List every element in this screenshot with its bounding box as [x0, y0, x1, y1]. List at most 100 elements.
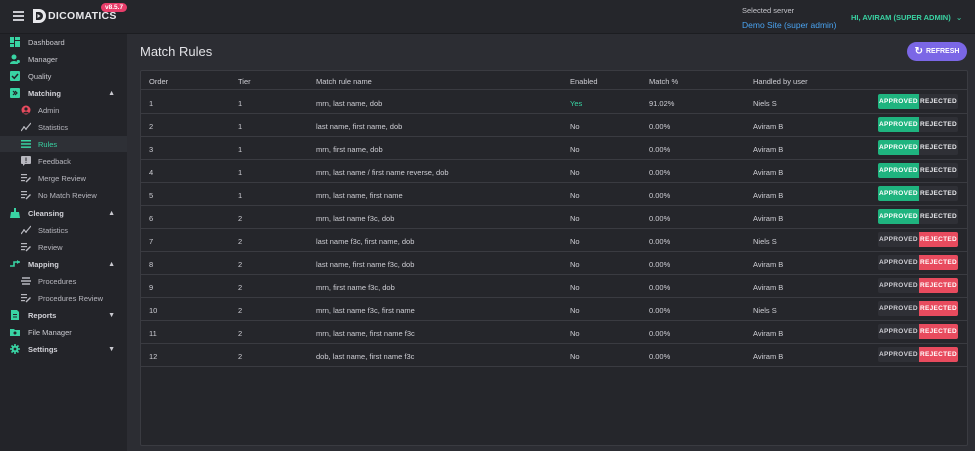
approve-button[interactable]: APPROVED: [878, 255, 919, 270]
reject-button[interactable]: REJECTED: [919, 94, 958, 109]
table-row: 4 1 mrn, last name / first name reverse, d…: [141, 160, 967, 183]
column-header-match[interactable]: Match %: [649, 77, 678, 86]
cell-order: 11: [149, 329, 157, 338]
gear-icon: [10, 344, 20, 354]
sidebar-item-statistics[interactable]: Statistics: [0, 119, 127, 135]
version-badge: v8.5.7: [101, 3, 128, 12]
cell-tier: 2: [238, 306, 243, 315]
column-header-tier[interactable]: Tier: [238, 77, 251, 86]
table-row: 11 2 mrn, last name, first name f3c No 0.00%…: [141, 321, 967, 344]
sidebar-item-label: Feedback: [38, 156, 71, 166]
reject-button[interactable]: REJECTED: [919, 347, 958, 362]
reject-button[interactable]: REJECTED: [919, 209, 958, 224]
approve-button[interactable]: APPROVED: [878, 117, 919, 132]
reject-button[interactable]: REJECTED: [919, 301, 958, 316]
approve-button[interactable]: APPROVED: [878, 140, 919, 155]
server-name-link[interactable]: Demo Site (super admin): [742, 20, 836, 30]
sidebar-item-admin[interactable]: Admin: [0, 102, 127, 118]
approve-button[interactable]: APPROVED: [878, 232, 919, 247]
cell-handled-by: Aviram B: [753, 122, 784, 131]
cell-handled-by: Aviram B: [753, 329, 784, 338]
cell-match-percent: 0.00%: [649, 306, 671, 315]
approval-toggle: APPROVED REJECTED: [878, 232, 958, 247]
column-header-enabled[interactable]: Enabled: [570, 77, 598, 86]
cell-tier: 2: [238, 214, 243, 223]
approval-toggle: APPROVED REJECTED: [878, 278, 958, 293]
sidebar-item-settings[interactable]: Settings ▼: [0, 341, 127, 357]
sidebar-item-matching[interactable]: Matching ▲: [0, 85, 127, 101]
approve-button[interactable]: APPROVED: [878, 301, 919, 316]
cell-enabled: No: [570, 352, 580, 361]
user-menu[interactable]: HI, AVIRAM (SUPER ADMIN) ⌄: [851, 13, 962, 22]
cleansing-icon: [10, 208, 20, 218]
refresh-button[interactable]: ↻ REFRESH: [907, 42, 967, 61]
approve-button[interactable]: APPROVED: [878, 347, 919, 362]
reject-button[interactable]: REJECTED: [919, 255, 958, 270]
approve-button[interactable]: APPROVED: [878, 324, 919, 339]
sidebar-item-cleansing-statistics[interactable]: Statistics: [0, 222, 127, 238]
reject-button[interactable]: REJECTED: [919, 324, 958, 339]
sidebar-item-rules[interactable]: Rules: [0, 136, 127, 152]
cell-handled-by: Aviram B: [753, 168, 784, 177]
cell-rule-name: mrn, last name, dob: [316, 99, 383, 108]
cell-tier: 2: [238, 237, 243, 246]
sidebar-item-reports[interactable]: Reports ▼: [0, 307, 127, 323]
sidebar-item-label: Matching: [28, 88, 61, 98]
cell-handled-by: Aviram B: [753, 214, 784, 223]
sidebar-item-cleansing-review[interactable]: Review: [0, 239, 127, 255]
reject-button[interactable]: REJECTED: [919, 117, 958, 132]
sidebar-item-procedures[interactable]: Procedures: [0, 273, 127, 289]
cell-match-percent: 0.00%: [649, 260, 671, 269]
review-icon: [21, 191, 31, 200]
sidebar-item-label: Dashboard: [28, 37, 65, 47]
reject-button[interactable]: REJECTED: [919, 186, 958, 201]
menu-icon[interactable]: [13, 11, 24, 21]
sidebar-item-mapping[interactable]: Mapping ▲: [0, 256, 127, 272]
server-selector[interactable]: Selected server Demo Site (super admin): [742, 6, 836, 30]
reject-button[interactable]: REJECTED: [919, 278, 958, 293]
sidebar-item-manager[interactable]: Manager: [0, 51, 127, 67]
cell-order: 4: [149, 168, 154, 177]
sidebar-item-quality[interactable]: Quality: [0, 68, 127, 84]
cell-rule-name: mrn, last name f3c, first name: [316, 306, 415, 315]
reject-button[interactable]: REJECTED: [919, 140, 958, 155]
cell-match-percent: 0.00%: [649, 329, 671, 338]
sidebar-item-procedures-review[interactable]: Procedures Review: [0, 290, 127, 306]
sidebar-item-no-match-review[interactable]: No Match Review: [0, 187, 127, 203]
column-header-order[interactable]: Order: [149, 77, 168, 86]
sidebar-item-dashboard[interactable]: Dashboard: [0, 34, 127, 50]
sidebar-item-label: Cleansing: [28, 208, 64, 218]
approval-toggle: APPROVED REJECTED: [878, 347, 958, 362]
sidebar-item-merge-review[interactable]: Merge Review: [0, 170, 127, 186]
approve-button[interactable]: APPROVED: [878, 209, 919, 224]
sidebar: Dashboard Manager Quality Matching ▲ Adm…: [0, 34, 127, 451]
refresh-icon: ↻: [914, 46, 923, 57]
cell-handled-by: Aviram B: [753, 191, 784, 200]
sidebar-item-label: Settings: [28, 344, 58, 354]
approve-button[interactable]: APPROVED: [878, 94, 919, 109]
sidebar-item-label: Procedures: [38, 276, 77, 286]
approve-button[interactable]: APPROVED: [878, 163, 919, 178]
table-row: 1 1 mrn, last name, dob Yes 91.02% Niels S APP…: [141, 91, 967, 114]
column-header-handled-by[interactable]: Handled by user: [753, 77, 808, 86]
cell-rule-name: mrn, last name f3c, dob: [316, 214, 395, 223]
sidebar-item-feedback[interactable]: Feedback: [0, 153, 127, 169]
reject-button[interactable]: REJECTED: [919, 232, 958, 247]
table-row: 6 2 mrn, last name f3c, dob No 0.00% Aviram B…: [141, 206, 967, 229]
table-row: 3 1 mrn, first name, dob No 0.00% Aviram B APP…: [141, 137, 967, 160]
sidebar-item-file-manager[interactable]: File Manager: [0, 324, 127, 340]
cell-enabled: No: [570, 145, 580, 154]
mapping-icon: [10, 260, 20, 267]
approve-button[interactable]: APPROVED: [878, 186, 919, 201]
approval-toggle: APPROVED REJECTED: [878, 163, 958, 178]
statistics-icon: [21, 122, 31, 132]
column-header-rule-name[interactable]: Match rule name: [316, 77, 372, 86]
sidebar-item-cleansing[interactable]: Cleansing ▲: [0, 205, 127, 221]
sidebar-item-label: Statistics: [38, 122, 69, 132]
cell-rule-name: last name, first name, dob: [316, 122, 403, 131]
cell-tier: 1: [238, 99, 243, 108]
cell-tier: 1: [238, 122, 243, 131]
reject-button[interactable]: REJECTED: [919, 163, 958, 178]
cell-order: 8: [149, 260, 154, 269]
approve-button[interactable]: APPROVED: [878, 278, 919, 293]
